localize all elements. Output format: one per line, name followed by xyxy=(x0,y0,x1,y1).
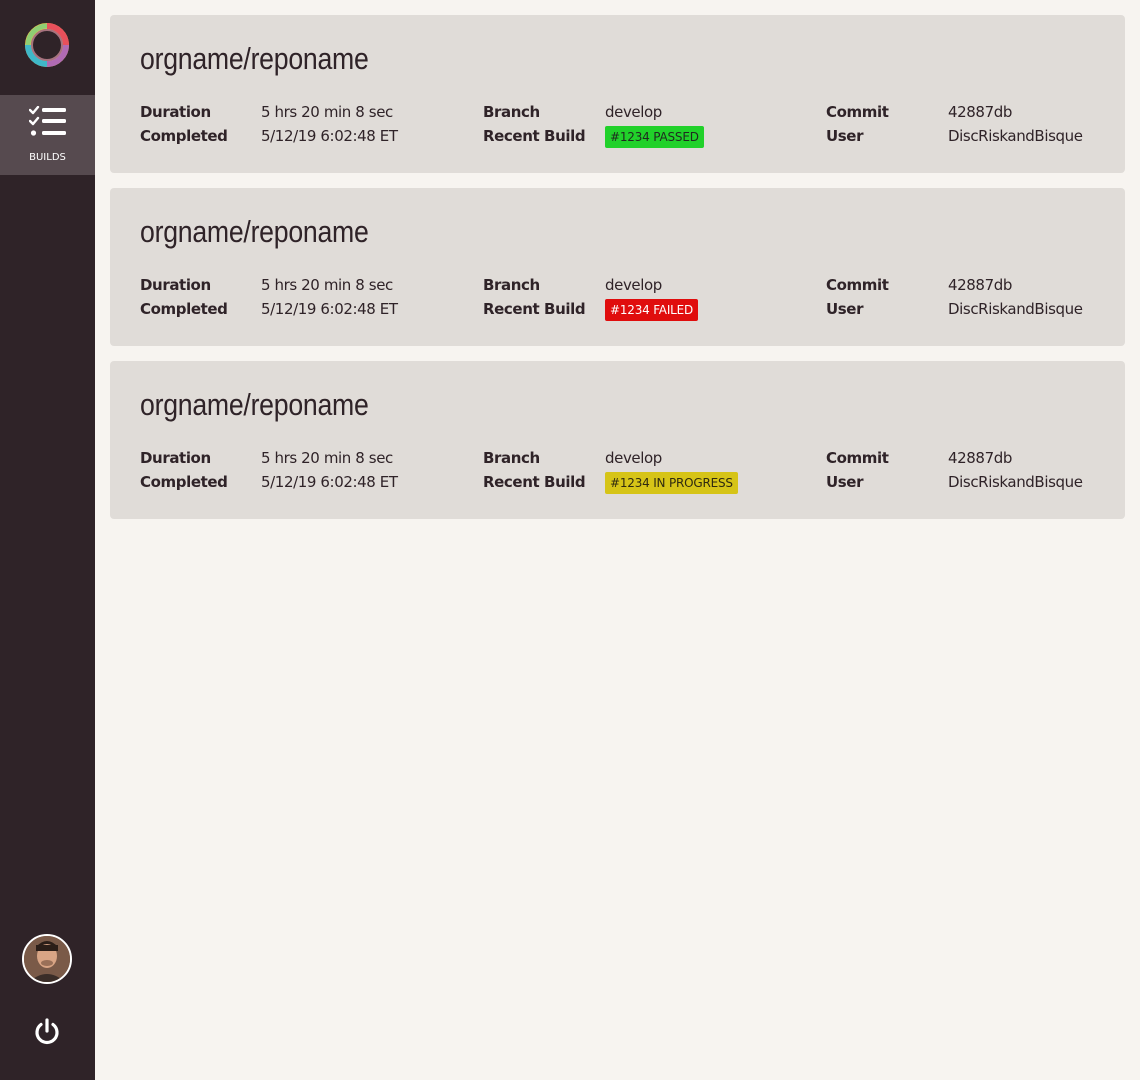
duration-label: Duration xyxy=(140,276,211,294)
sidebar: BUILDS xyxy=(0,0,95,1080)
repo-title[interactable]: orgname/reponame xyxy=(140,387,369,423)
repo-title[interactable]: orgname/reponame xyxy=(140,214,369,250)
sidebar-item-label: BUILDS xyxy=(29,152,66,163)
user-label: User xyxy=(826,473,864,491)
duration-value: 5 hrs 20 min 8 sec xyxy=(261,103,393,121)
recent-build-label: Recent Build xyxy=(483,300,586,318)
ring-logo-icon[interactable] xyxy=(22,20,72,70)
app-root: BUILDS orgname/reponame Duration 5 hrs 2… xyxy=(0,0,1140,1080)
build-card[interactable]: orgname/reponame Duration 5 hrs 20 min 8… xyxy=(110,361,1125,519)
recent-build-label: Recent Build xyxy=(483,127,586,145)
user-value: DiscRiskandBisque xyxy=(948,473,1083,491)
status-badge[interactable]: #1234 IN PROGRESS xyxy=(605,472,738,494)
completed-label: Completed xyxy=(140,473,228,491)
sidebar-item-builds[interactable]: BUILDS xyxy=(0,95,95,175)
user-value: DiscRiskandBisque xyxy=(948,127,1083,145)
branch-label: Branch xyxy=(483,103,540,121)
build-card[interactable]: orgname/reponame Duration 5 hrs 20 min 8… xyxy=(110,188,1125,346)
branch-value: develop xyxy=(605,449,662,467)
builds-list: orgname/reponame Duration 5 hrs 20 min 8… xyxy=(110,15,1125,534)
completed-value: 5/12/19 6:02:48 ET xyxy=(261,473,398,491)
checklist-icon xyxy=(28,105,67,138)
recent-build-label: Recent Build xyxy=(483,473,586,491)
user-label: User xyxy=(826,127,864,145)
status-badge[interactable]: #1234 PASSED xyxy=(605,126,704,148)
commit-label: Commit xyxy=(826,276,889,294)
duration-label: Duration xyxy=(140,103,211,121)
duration-value: 5 hrs 20 min 8 sec xyxy=(261,449,393,467)
user-value: DiscRiskandBisque xyxy=(948,300,1083,318)
commit-value: 42887db xyxy=(948,449,1012,467)
user-label: User xyxy=(826,300,864,318)
commit-label: Commit xyxy=(826,103,889,121)
branch-label: Branch xyxy=(483,449,540,467)
power-icon[interactable] xyxy=(32,1017,62,1047)
branch-value: develop xyxy=(605,103,662,121)
branch-label: Branch xyxy=(483,276,540,294)
build-card[interactable]: orgname/reponame Duration 5 hrs 20 min 8… xyxy=(110,15,1125,173)
repo-title[interactable]: orgname/reponame xyxy=(140,41,369,77)
completed-value: 5/12/19 6:02:48 ET xyxy=(261,127,398,145)
branch-value: develop xyxy=(605,276,662,294)
commit-value: 42887db xyxy=(948,103,1012,121)
user-avatar[interactable] xyxy=(22,934,72,984)
commit-value: 42887db xyxy=(948,276,1012,294)
status-badge[interactable]: #1234 FAILED xyxy=(605,299,699,321)
completed-value: 5/12/19 6:02:48 ET xyxy=(261,300,398,318)
completed-label: Completed xyxy=(140,127,228,145)
duration-value: 5 hrs 20 min 8 sec xyxy=(261,276,393,294)
commit-label: Commit xyxy=(826,449,889,467)
duration-label: Duration xyxy=(140,449,211,467)
completed-label: Completed xyxy=(140,300,228,318)
